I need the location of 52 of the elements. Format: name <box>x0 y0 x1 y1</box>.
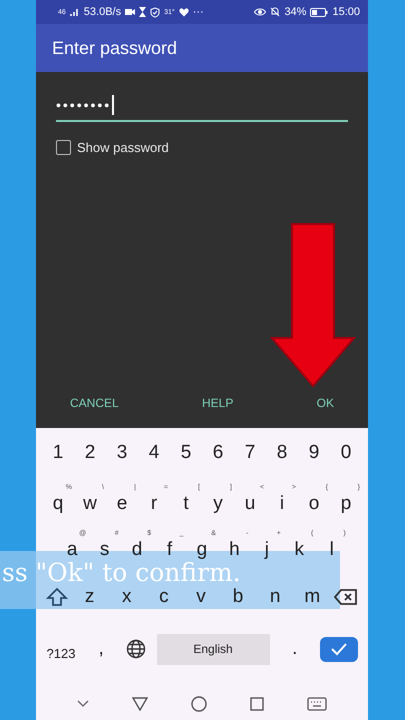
keyboard-key[interactable]: . <box>280 638 310 660</box>
keyboard-key[interactable]: 6 <box>203 442 233 464</box>
keyboard-key[interactable]: z <box>74 586 105 608</box>
caption: ss "Ok" to confirm. <box>2 560 241 586</box>
checkbox-label: Show password <box>77 140 169 155</box>
shift-icon[interactable] <box>46 587 68 607</box>
chevron-down-icon[interactable] <box>77 700 90 708</box>
battery-percent: 34% <box>284 6 306 18</box>
keyboard-key[interactable]: 3 <box>107 442 137 464</box>
keyboard-key[interactable]: m <box>297 586 328 608</box>
shield-icon <box>150 6 160 18</box>
recents-icon[interactable] <box>250 697 264 711</box>
keyboard-key[interactable]: 2 <box>75 442 105 464</box>
keyboard-key[interactable]: v <box>186 586 216 608</box>
more-notifications: ··· <box>192 6 204 18</box>
check-icon <box>330 642 348 656</box>
back-icon[interactable] <box>132 697 148 711</box>
dialog-button[interactable]: CANCEL <box>66 392 123 414</box>
keyboard-key[interactable]: 8 <box>267 442 297 464</box>
keyboard-icon[interactable] <box>306 697 327 711</box>
hourglass-icon <box>139 7 146 17</box>
app-bar-title: Enter password <box>52 38 178 58</box>
clock: 15:00 <box>332 6 360 18</box>
keyboard-key[interactable]: 4 <box>139 442 169 464</box>
bell-muted-icon <box>270 7 280 17</box>
checkbox[interactable] <box>56 140 71 155</box>
arrow-icon <box>270 222 356 388</box>
signal-icon <box>70 7 80 17</box>
home-icon[interactable] <box>190 696 207 712</box>
password-field[interactable]: •••••••• <box>56 90 348 122</box>
space-key[interactable]: English <box>156 634 270 664</box>
keyboard-key[interactable]: c <box>148 586 179 608</box>
keyboard-key[interactable]: 1 <box>43 442 73 464</box>
keyboard-key[interactable]: b <box>223 586 254 608</box>
keyboard-key[interactable]: 9 <box>299 442 329 464</box>
keyboard-key[interactable]: x <box>112 586 142 608</box>
keyboard-key[interactable]: 7 <box>235 442 265 464</box>
backspace-icon[interactable] <box>334 588 358 606</box>
eye-icon <box>254 8 266 16</box>
heart-icon <box>178 8 189 16</box>
dialog-button[interactable]: OK <box>312 392 338 414</box>
keyboard-key[interactable]: 5 <box>171 442 201 464</box>
symbols-key[interactable]: ?123 <box>46 634 76 664</box>
enter-key[interactable] <box>320 636 358 662</box>
battery-icon <box>310 8 328 16</box>
camera-icon <box>125 8 136 16</box>
dialog-button[interactable]: HELP <box>198 392 238 414</box>
network-speed: 53.0B/s <box>84 6 122 18</box>
globe-icon[interactable] <box>126 639 146 659</box>
keyboard-key[interactable]: n <box>260 586 290 608</box>
keyboard-key[interactable]: 0 <box>331 442 361 464</box>
keyboard-key[interactable]: , <box>86 638 116 660</box>
